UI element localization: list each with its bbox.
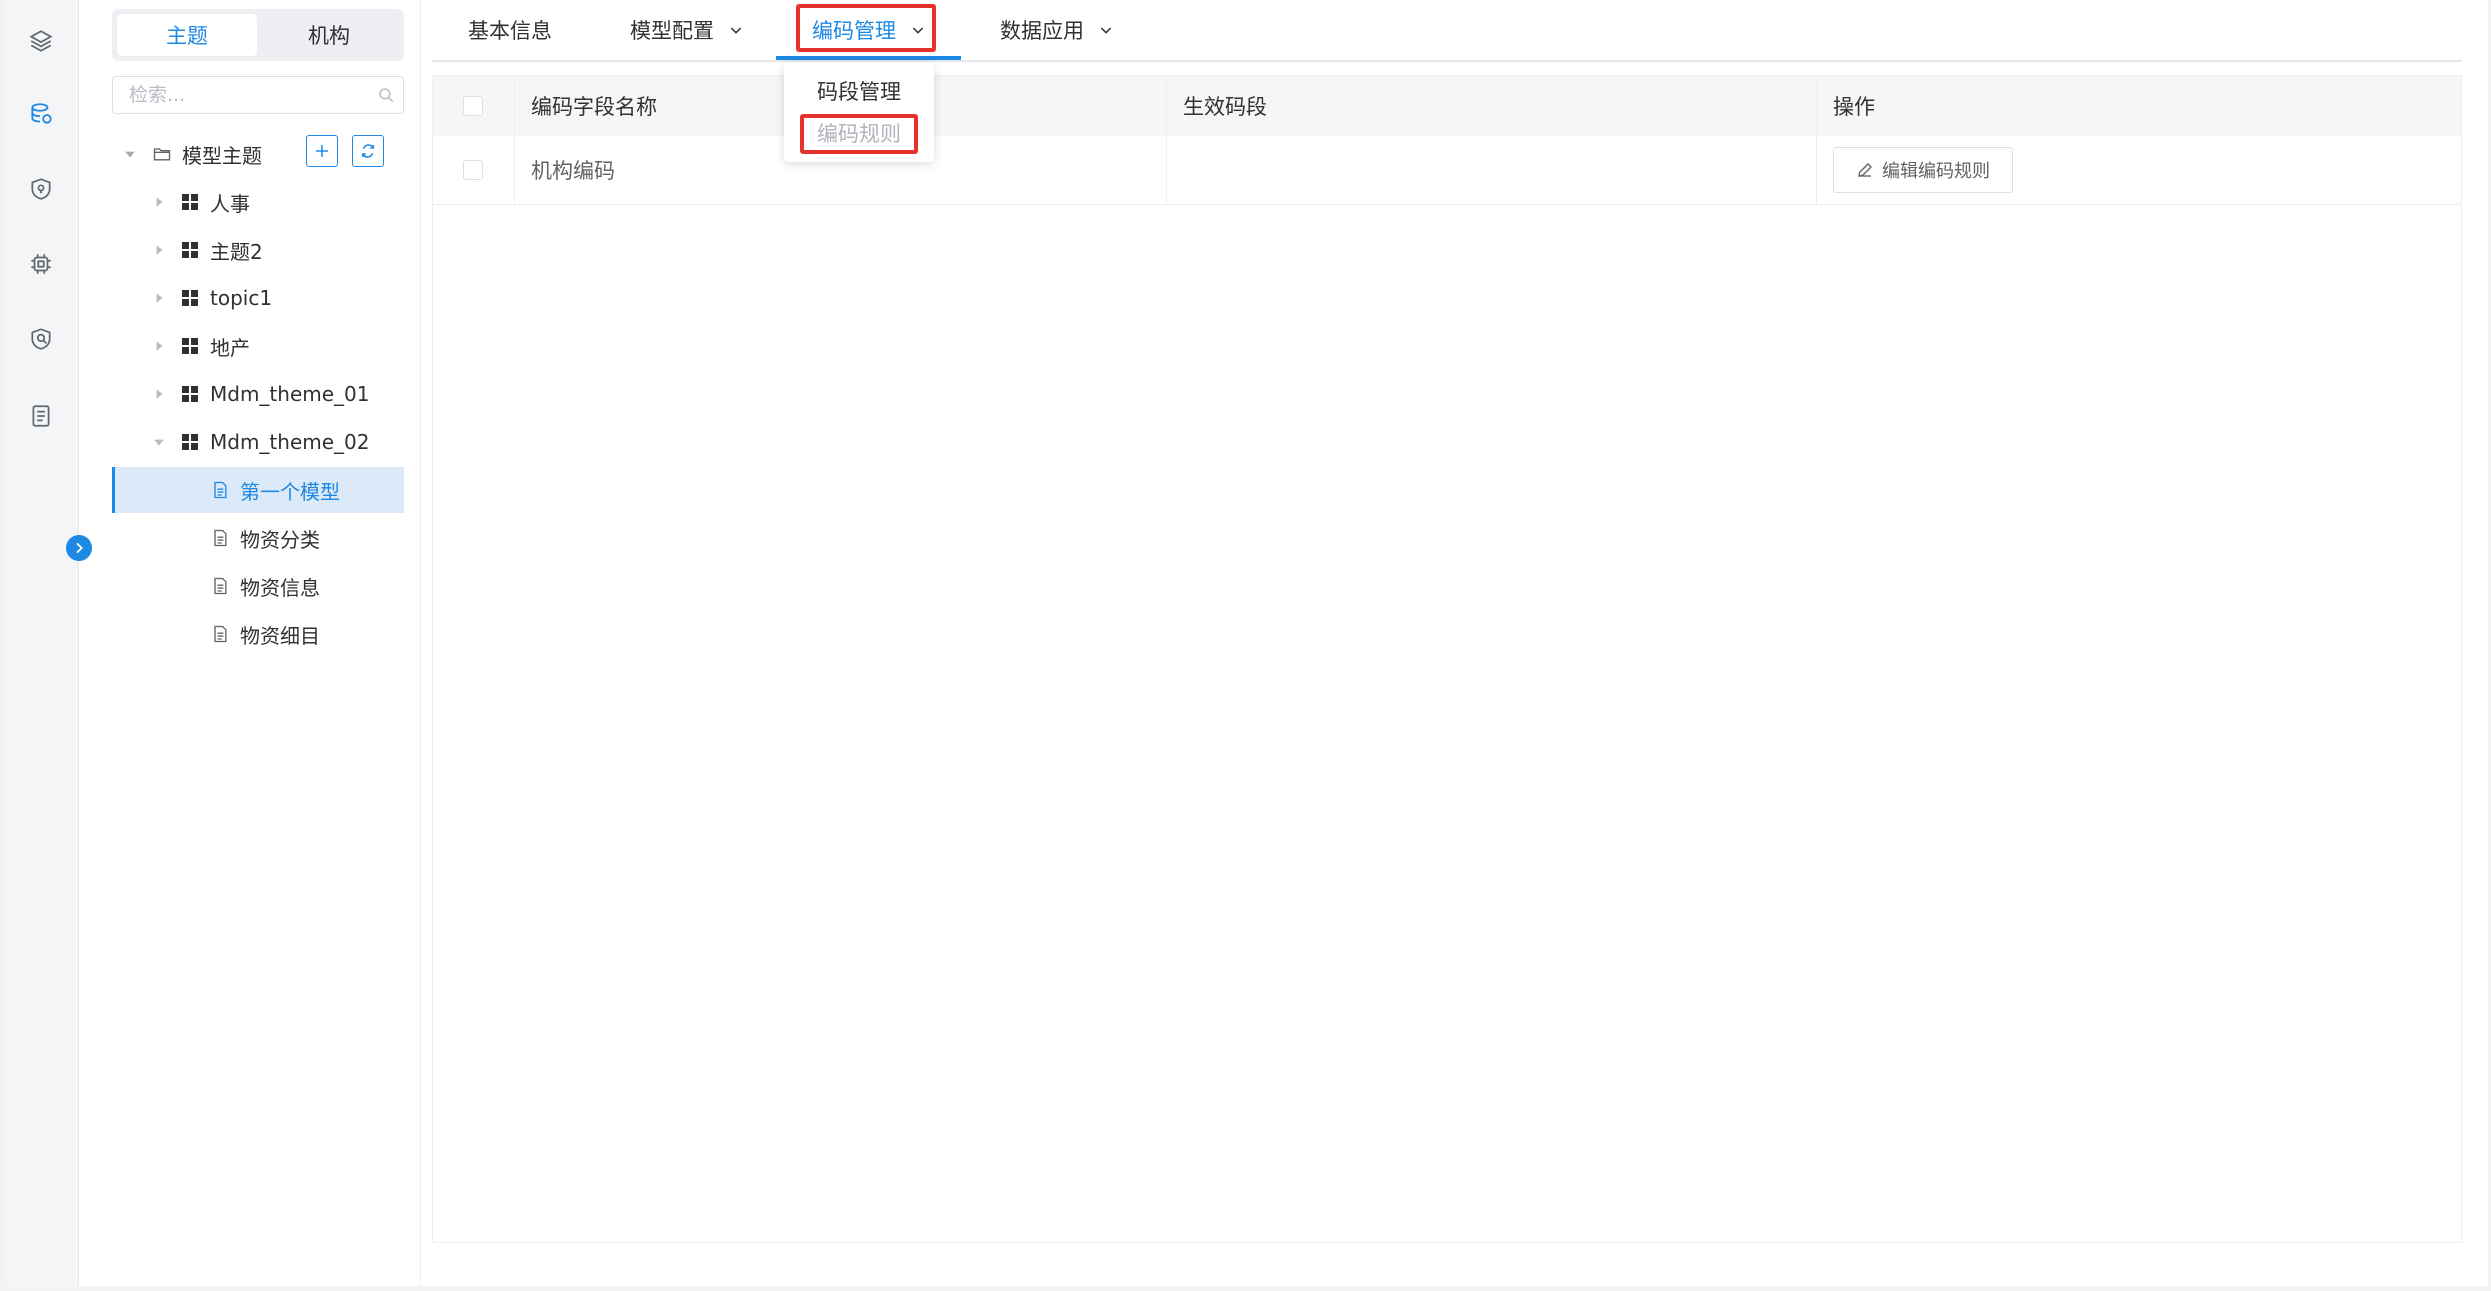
search-input[interactable] xyxy=(113,77,379,113)
effective-segment-cell xyxy=(1167,136,1817,204)
segment-switch: 主题 机构 xyxy=(112,9,404,61)
tree-model-node[interactable]: 物资分类 xyxy=(112,515,404,561)
document-icon xyxy=(214,577,227,595)
tab-model-config[interactable]: 模型配置 xyxy=(630,12,744,48)
tree-root-label: 模型主题 xyxy=(182,143,262,168)
code-fields-table: 编码字段名称 生效码段 操作 机构编码 编辑编码规则 xyxy=(432,75,2462,1243)
theme-label: topic1 xyxy=(210,286,273,310)
theme-label: 地产 xyxy=(210,335,250,360)
highlight-box-tab xyxy=(796,4,936,52)
caret-down-icon[interactable] xyxy=(124,148,136,160)
tree-theme-node[interactable]: Mdm_theme_01 xyxy=(112,371,404,417)
edit-button-label: 编辑编码规则 xyxy=(1882,161,1990,182)
edit-code-rule-button[interactable]: 编辑编码规则 xyxy=(1833,147,2013,193)
column-header: 生效码段 xyxy=(1167,76,1817,136)
model-label: 物资信息 xyxy=(240,575,320,600)
tab-basic-info[interactable]: 基本信息 xyxy=(468,12,552,48)
tree-theme-node[interactable]: 人事 xyxy=(112,179,404,225)
grid-icon xyxy=(182,290,198,306)
tab-label: 模型配置 xyxy=(630,19,714,43)
chevron-down-icon xyxy=(1100,27,1112,34)
document-icon xyxy=(214,481,227,499)
shield-user-icon[interactable] xyxy=(24,322,58,356)
search-icon xyxy=(379,88,394,103)
theme-label: 主题2 xyxy=(210,239,263,264)
model-tree-panel: 主题 机构 模型主题 人事 主题2 xyxy=(80,0,421,1286)
tree-theme-node[interactable]: 主题2 xyxy=(112,227,404,273)
column-header: 操作 xyxy=(1833,95,1875,119)
grid-icon xyxy=(182,242,198,258)
main-content: 基本信息 模型配置 编码管理 数据应用 码段管理 编码规则 编码字段名称 生效码… xyxy=(432,0,2472,1286)
active-tab-indicator xyxy=(776,56,961,60)
theme-label: Mdm_theme_01 xyxy=(210,382,370,406)
refresh-icon xyxy=(362,144,374,158)
tab-label: 基本信息 xyxy=(468,19,552,43)
caret-right-icon[interactable] xyxy=(153,292,165,304)
caret-right-icon[interactable] xyxy=(153,340,165,352)
caret-right-icon[interactable] xyxy=(153,244,165,256)
folder-icon xyxy=(153,148,171,161)
theme-label: Mdm_theme_02 xyxy=(210,430,370,454)
row-checkbox-cell xyxy=(433,136,515,204)
document-list-icon[interactable] xyxy=(24,399,58,433)
document-icon xyxy=(214,625,227,643)
document-icon xyxy=(214,529,227,547)
caret-right-icon[interactable] xyxy=(153,196,165,208)
tree-search xyxy=(112,76,404,114)
header-checkbox-cell xyxy=(433,76,515,136)
model-label: 物资分类 xyxy=(240,527,320,552)
highlight-box-menu-item xyxy=(800,114,918,154)
code-management-dropdown: 码段管理 编码规则 xyxy=(784,62,934,162)
grid-icon xyxy=(182,386,198,402)
tab-data-application[interactable]: 数据应用 xyxy=(1000,12,1114,48)
icon-rail xyxy=(4,0,79,1286)
chevron-down-icon xyxy=(730,27,742,34)
tree-theme-node[interactable]: topic1 xyxy=(112,275,404,321)
add-theme-button[interactable] xyxy=(306,135,338,167)
app-window: 主题 机构 模型主题 人事 主题2 xyxy=(4,0,2488,1286)
shield-pin-icon[interactable] xyxy=(24,172,58,206)
action-cell: 编辑编码规则 xyxy=(1817,136,2461,204)
table-row: 机构编码 编辑编码规则 xyxy=(433,136,2461,205)
model-label: 物资细目 xyxy=(240,623,320,648)
theme-label: 人事 xyxy=(210,191,250,216)
layers-icon[interactable] xyxy=(24,24,58,58)
caret-right-icon[interactable] xyxy=(153,388,165,400)
select-all-checkbox[interactable] xyxy=(463,96,483,116)
row-checkbox[interactable] xyxy=(463,160,483,180)
caret-down-icon[interactable] xyxy=(153,436,165,448)
tab-bar: 基本信息 模型配置 编码管理 数据应用 xyxy=(432,0,2462,62)
segment-theme[interactable]: 主题 xyxy=(117,14,257,56)
tab-label: 数据应用 xyxy=(1000,19,1084,43)
model-label: 第一个模型 xyxy=(240,479,340,504)
database-icon[interactable] xyxy=(24,97,58,131)
grid-icon xyxy=(182,434,198,450)
refresh-tree-button[interactable] xyxy=(352,135,384,167)
menu-item-segment-management[interactable]: 码段管理 xyxy=(784,69,934,113)
plus-icon xyxy=(316,145,328,157)
chevron-right-icon[interactable] xyxy=(66,535,92,561)
chip-icon[interactable] xyxy=(24,247,58,281)
tree-model-node-selected[interactable]: 第一个模型 xyxy=(112,467,404,513)
segment-organization[interactable]: 机构 xyxy=(259,14,399,56)
tree-model-node[interactable]: 物资细目 xyxy=(112,611,404,657)
edit-pencil-icon xyxy=(1858,163,1872,177)
grid-icon xyxy=(182,194,198,210)
tree-theme-node[interactable]: 地产 xyxy=(112,323,404,369)
grid-icon xyxy=(182,338,198,354)
table-header-row: 编码字段名称 生效码段 操作 xyxy=(433,76,2461,137)
tree-theme-node[interactable]: Mdm_theme_02 xyxy=(112,419,404,465)
tree-model-node[interactable]: 物资信息 xyxy=(112,563,404,609)
